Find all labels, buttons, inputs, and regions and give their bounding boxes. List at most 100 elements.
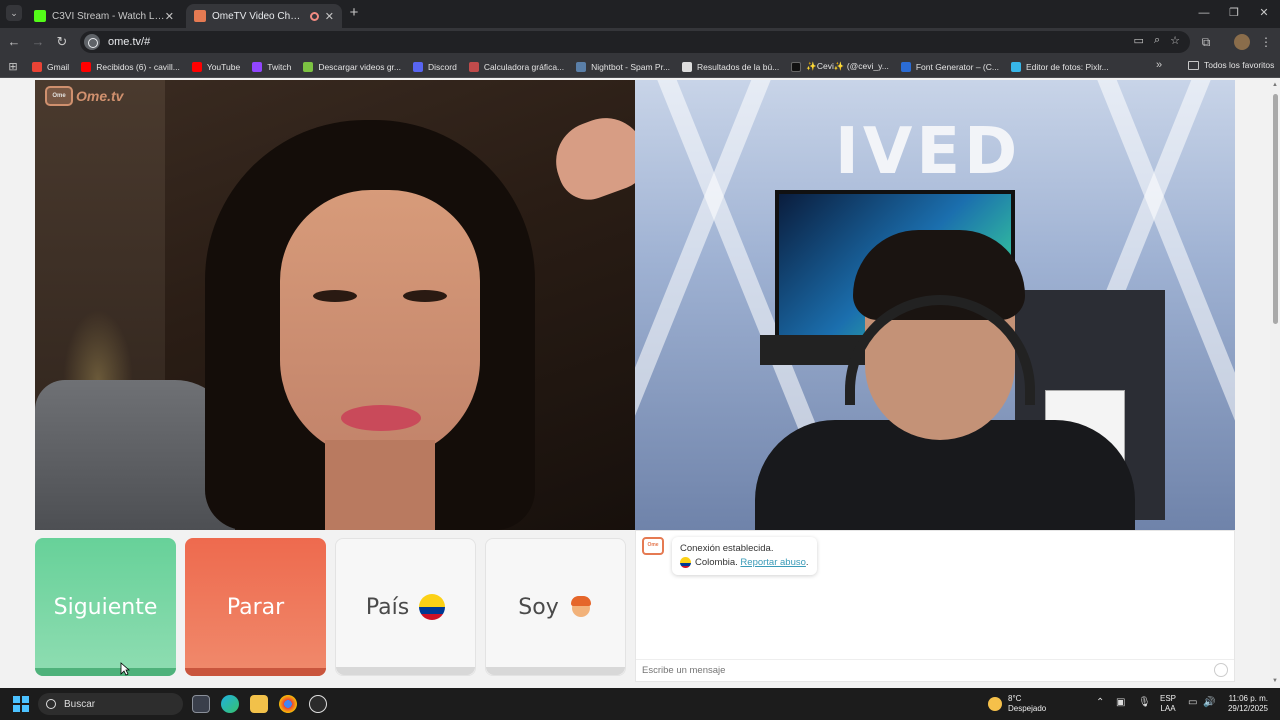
colombia-flag-icon: [419, 594, 446, 620]
tab-kick-stream[interactable]: C3VI Stream - Watch Live on Kick ✕: [26, 4, 182, 28]
windows-start-icon[interactable]: [13, 696, 29, 712]
bookmark-twitch[interactable]: Twitch: [252, 61, 291, 72]
next-button[interactable]: Siguiente: [35, 538, 176, 676]
bookmark-gmail[interactable]: Gmail: [32, 61, 69, 72]
restore-icon[interactable]: ❐: [1224, 5, 1244, 21]
bookmark-discord[interactable]: Discord: [413, 61, 457, 72]
person-hand: [544, 106, 635, 209]
colombia-flag-icon: [680, 556, 691, 568]
ometv-logo: Ome Ome.tv: [45, 86, 123, 106]
stop-label: Parar: [226, 594, 285, 620]
url-text[interactable]: ome.tv/#: [108, 36, 150, 48]
recording-indicator-icon: [309, 11, 319, 21]
reload-icon[interactable]: ↻: [54, 34, 70, 50]
nightbot-icon: [576, 61, 587, 72]
gender-button[interactable]: Soy: [485, 538, 626, 676]
weather-temp: 8°C: [1008, 694, 1022, 703]
site-info-icon[interactable]: [84, 34, 100, 50]
tiktok-icon: [791, 61, 802, 72]
person-eye: [313, 290, 357, 302]
volume-icon[interactable]: 🔊: [1203, 697, 1215, 708]
bookmark-download-videos[interactable]: Descargar videos gr...: [303, 61, 401, 72]
ometv-tv-icon: Ome: [45, 86, 73, 106]
tray-chevron-icon[interactable]: ⌃: [1096, 697, 1104, 708]
page-scrollbar[interactable]: ▲ ▼: [1270, 78, 1280, 688]
all-bookmarks-folder[interactable]: Todos los favoritos: [1188, 60, 1274, 70]
bookmark-font-generator[interactable]: Font Generator – (C...: [900, 61, 999, 72]
cast-icon[interactable]: ▭: [1134, 34, 1144, 47]
apps-grid-icon[interactable]: ⊞: [6, 60, 20, 74]
download-icon: [303, 61, 314, 72]
minimize-icon[interactable]: —: [1194, 5, 1214, 21]
chat-panel: Ome Conexión establecida. Colombia. Repo…: [635, 530, 1235, 682]
weather-widget[interactable]: 8°C Despejado: [988, 694, 1046, 714]
font-icon: [900, 61, 911, 72]
zoom-icon[interactable]: ⌕: [1154, 34, 1160, 47]
extensions-icon[interactable]: ⧉: [1198, 34, 1214, 50]
self-video: IVED: [635, 80, 1235, 530]
bookmark-label: Calculadora gráfica...: [483, 61, 565, 72]
chrome-icon[interactable]: [279, 695, 297, 713]
browser-tabstrip: ⌄ C3VI Stream - Watch Live on Kick ✕ Ome…: [0, 0, 1280, 28]
network-icon[interactable]: ▭: [1188, 697, 1197, 708]
obs-icon[interactable]: [309, 695, 327, 713]
discord-icon: [413, 61, 423, 72]
folder-icon: [1188, 60, 1199, 70]
edge-browser-icon[interactable]: [221, 695, 239, 713]
bookmark-search-results[interactable]: Resultados de la bú...: [682, 61, 779, 72]
search-icon: [46, 699, 56, 709]
connection-status: Conexión establecida.: [680, 543, 774, 554]
scroll-thumb[interactable]: [1273, 94, 1278, 324]
youtube-icon: [191, 61, 202, 72]
country-name: Colombia.: [695, 557, 738, 568]
bookmark-calculator[interactable]: Calculadora gráfica...: [468, 61, 565, 72]
tab-ometv[interactable]: OmeTV Video Chat — Omegle ✕: [186, 4, 342, 28]
bookmark-label: Discord: [428, 61, 457, 72]
close-tab-icon[interactable]: ✕: [165, 10, 174, 23]
browser-toolbar: ← → ↻ ome.tv/# ▭ ⌕ ☆ ⧉ ⋮: [0, 28, 1280, 56]
system-message: Conexión establecida. Colombia. Reportar…: [672, 537, 817, 575]
bookmark-label: Font Generator – (C...: [915, 61, 999, 72]
tray-app-icon[interactable]: ▣: [1116, 697, 1125, 708]
bookmark-youtube[interactable]: YouTube: [191, 61, 240, 72]
language-indicator[interactable]: ESP LAA: [1160, 694, 1176, 714]
close-tab-icon[interactable]: ✕: [325, 10, 334, 23]
profile-avatar[interactable]: [1234, 34, 1250, 50]
scroll-down-arrow-icon[interactable]: ▼: [1272, 678, 1278, 684]
weather-desc: Despejado: [1008, 704, 1047, 713]
system-clock[interactable]: 11:06 p. m. 29/12/2025: [1224, 694, 1268, 714]
bookmark-star-icon[interactable]: ☆: [1170, 34, 1180, 47]
back-arrow-icon[interactable]: ←: [6, 34, 22, 50]
microphone-icon[interactable]: 🎙: [1138, 697, 1151, 708]
tab-search-chevron-icon[interactable]: ⌄: [6, 5, 22, 21]
taskbar-search[interactable]: Buscar: [38, 693, 183, 715]
scroll-up-arrow-icon[interactable]: ▲: [1272, 82, 1278, 88]
bookmark-inbox[interactable]: Recibidos (6) - cavill...: [81, 61, 180, 72]
emoji-smiley-icon[interactable]: [1214, 663, 1228, 677]
chat-message-input[interactable]: [636, 659, 1234, 681]
menu-kebab-icon[interactable]: ⋮: [1258, 34, 1274, 50]
lang-line-2: LAA: [1160, 704, 1176, 713]
task-view-icon[interactable]: [192, 695, 210, 713]
bookmark-label: Recibidos (6) - cavill...: [96, 61, 180, 72]
address-bar[interactable]: ome.tv/# ▭ ⌕ ☆: [80, 31, 1190, 53]
new-tab-plus-icon[interactable]: +: [346, 5, 362, 21]
close-window-icon[interactable]: ✕: [1254, 5, 1274, 21]
windows-taskbar: Buscar 8°C Despejado ⌃ ▣ 🎙 ESP LAA ▭ 🔊 1…: [0, 688, 1280, 720]
report-abuse-link[interactable]: Reportar abuso: [740, 557, 805, 568]
country-line: Colombia. Reportar abuso.: [680, 556, 809, 570]
country-label: País: [365, 594, 410, 620]
bookmark-nightbot[interactable]: Nightbot - Spam Pr...: [576, 61, 670, 72]
bookmark-label: Editor de fotos: Pixlr...: [1025, 61, 1109, 72]
bookmark-tiktok[interactable]: ✨Cevi✨ (@cevi_y...: [791, 61, 889, 72]
stop-button[interactable]: Parar: [185, 538, 326, 676]
clock-date: 29/12/2025: [1227, 704, 1268, 713]
more-bookmarks-chevron-icon[interactable]: »: [1156, 59, 1162, 71]
person-neck: [325, 440, 435, 530]
gmail-icon: [32, 61, 42, 72]
bookmarks-bar: ⊞ Gmail Recibidos (6) - cavill... YouTub…: [0, 56, 1280, 78]
bookmark-pixlr[interactable]: Editor de fotos: Pixlr...: [1010, 61, 1109, 72]
file-explorer-icon[interactable]: [250, 695, 268, 713]
forward-arrow-icon[interactable]: →: [30, 34, 46, 50]
country-button[interactable]: País: [335, 538, 476, 676]
